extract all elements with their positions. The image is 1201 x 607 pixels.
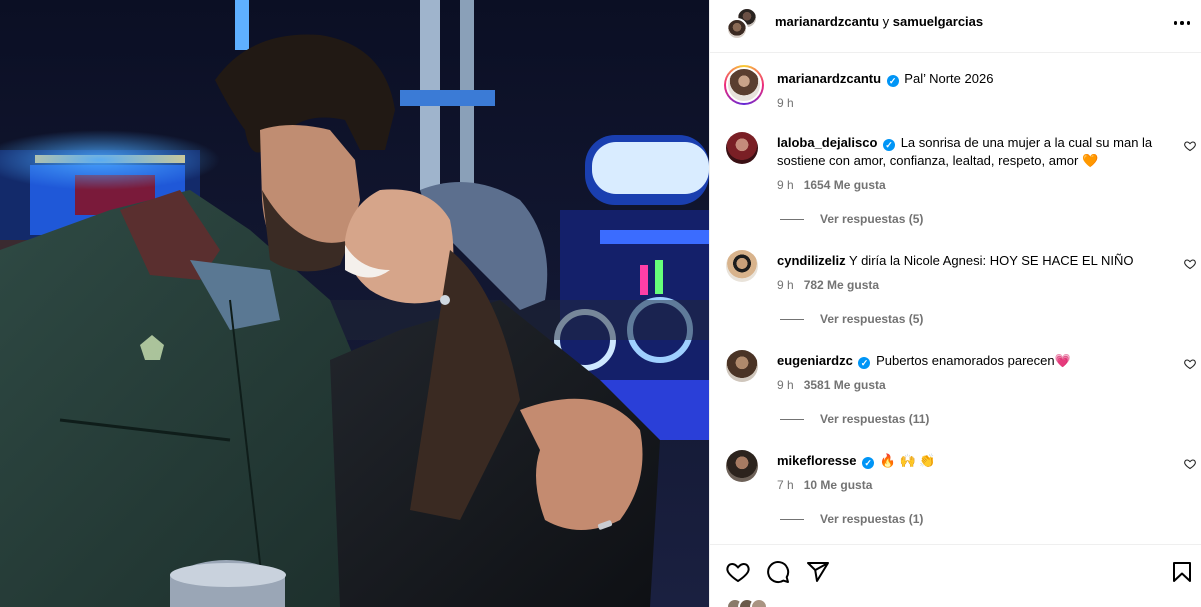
header-username-1[interactable]: marianardzcantu [775,14,879,29]
caption-avatar[interactable] [724,65,764,105]
verified-badge-icon: ✓ [858,357,871,369]
more-icon [1173,21,1178,25]
comment-meta: 7 h 10 Me gusta [777,476,1167,494]
verified-badge-icon: ✓ [883,139,896,151]
comment-time[interactable]: 9 h [777,378,794,392]
header-conjunction: y [882,14,890,29]
comment-heart-icon[interactable] [1184,140,1196,152]
comment-avatar[interactable] [726,450,758,482]
post-side-panel: marianardzcantu y samuelgarcias marianar… [709,0,1201,607]
comment-icon[interactable] [766,560,790,584]
post-photo[interactable] [0,0,709,607]
comment-time[interactable]: 7 h [777,478,794,492]
comment-heart-icon[interactable] [1184,358,1196,370]
comments-list[interactable]: marianardzcantu ✓ Pal’ Norte 2026 9 h la… [710,54,1201,544]
comment-username[interactable]: laloba_dejalisco [777,135,877,150]
view-replies-button[interactable]: Ver respuestas (11) [780,412,929,426]
avatar [726,18,748,40]
heart-icon[interactable] [726,560,750,584]
comment-avatar[interactable] [726,132,758,164]
post-header: marianardzcantu y samuelgarcias [710,0,1201,53]
instagram-post-view: marianardzcantu y samuelgarcias marianar… [0,0,1201,607]
comment-avatar[interactable] [726,250,758,282]
collab-avatars[interactable] [726,7,760,41]
verified-badge-icon: ✓ [886,75,899,87]
comment-meta: 9 h 3581 Me gusta [777,376,1167,394]
comment-time[interactable]: 9 h [777,278,794,292]
comment-text: Y diría la Nicole Agnesi: HOY SE HACE EL… [849,253,1134,268]
collab-names: marianardzcantu y samuelgarcias [775,14,983,29]
verified-badge-icon: ✓ [862,457,875,469]
more-icon-dot [1186,21,1191,25]
comment-username[interactable]: cyndilizeliz [777,253,846,268]
comment-likes[interactable]: 3581 Me gusta [804,378,886,392]
share-icon[interactable] [806,560,830,584]
comment-text: Pubertos enamorados parecen💗 [876,353,1071,368]
comment-likes[interactable]: 1654 Me gusta [804,178,886,192]
liked-by-avatars[interactable] [726,598,768,607]
comment-text: 🔥 🙌 👏 [879,453,936,468]
view-replies-button[interactable]: Ver respuestas (5) [780,212,923,226]
header-username-2[interactable]: samuelgarcias [893,14,983,29]
caption-username[interactable]: marianardzcantu [777,71,881,86]
comment-meta: 9 h 1654 Me gusta [777,176,1167,194]
avatar [726,67,762,103]
comment-time[interactable]: 9 h [777,178,794,192]
caption-text: Pal’ Norte 2026 [904,71,994,86]
view-replies-button[interactable]: Ver respuestas (5) [780,312,923,326]
avatar [750,598,768,607]
more-options-button[interactable] [1170,11,1194,35]
comment-username[interactable]: mikefloresse [777,453,857,468]
view-replies-button[interactable]: Ver respuestas (1) [780,512,923,526]
comment-meta: 9 h 782 Me gusta [777,276,1167,294]
caption-timestamp[interactable]: 9 h [777,96,794,110]
comment-heart-icon[interactable] [1184,258,1196,270]
comment-heart-icon[interactable] [1184,458,1196,470]
couple-photo [0,0,709,607]
comment-avatar[interactable] [726,350,758,382]
comment-likes[interactable]: 10 Me gusta [804,478,873,492]
more-icon-dot [1180,21,1184,25]
comment-likes[interactable]: 782 Me gusta [804,278,879,292]
comment-username[interactable]: eugeniardzc [777,353,853,368]
caption-time: 9 h [777,94,1172,112]
bookmark-icon[interactable] [1170,560,1194,584]
post-action-bar [710,544,1201,607]
